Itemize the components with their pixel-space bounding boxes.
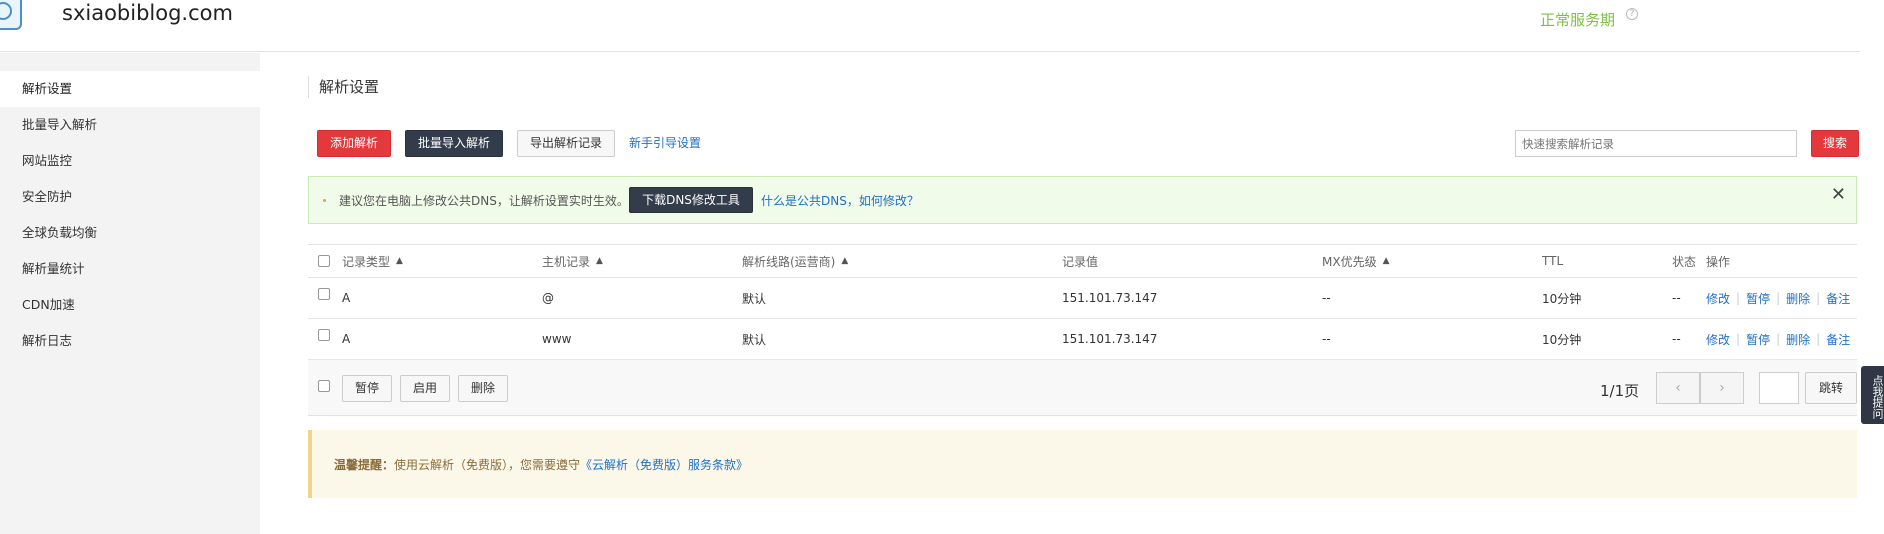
- pause-link[interactable]: 暂停: [1746, 331, 1770, 348]
- cell-host: www: [542, 332, 572, 346]
- page-info: 1/1页: [1600, 382, 1640, 400]
- cell-type: A: [342, 332, 351, 346]
- edit-link[interactable]: 修改: [1706, 290, 1730, 307]
- cell-ops: 修改 | 暂停 | 删除 | 备注: [1706, 290, 1851, 307]
- download-dns-tool-button[interactable]: 下载DNS修改工具: [629, 187, 753, 213]
- cell-type: A: [342, 291, 351, 305]
- cell-ops: 修改 | 暂停 | 删除 | 备注: [1706, 331, 1851, 348]
- edit-link[interactable]: 修改: [1706, 331, 1730, 348]
- top-header: sxiaobiblog.com 正常服务期 ?: [0, 0, 1860, 52]
- header-type[interactable]: 记录类型 ▲: [342, 245, 403, 277]
- notice-text: 建议您在电脑上修改公共DNS，让解析设置实时生效。: [339, 194, 629, 208]
- footer-select-all-checkbox[interactable]: [318, 380, 330, 392]
- cell-mx: --: [1322, 332, 1331, 346]
- cell-line: 默认: [742, 291, 767, 306]
- cell-ttl: 10分钟: [1542, 291, 1582, 306]
- batch-delete-button[interactable]: 删除: [458, 375, 508, 402]
- row-checkbox[interactable]: [318, 288, 330, 300]
- table-row: A @ 默认 151.101.73.147 -- 10分钟 -- 修改 | 暂停 |…: [308, 278, 1857, 319]
- jump-button[interactable]: 跳转: [1805, 372, 1857, 404]
- delete-link[interactable]: 删除: [1786, 290, 1810, 307]
- page-title: 解析设置: [308, 76, 379, 98]
- cell-host: @: [542, 291, 554, 305]
- prev-page-button[interactable]: ‹: [1656, 372, 1700, 404]
- cell-ttl: 10分钟: [1542, 332, 1582, 347]
- sidebar-item-logs[interactable]: 解析日志: [0, 323, 260, 359]
- terms-link[interactable]: 《云解析（免费版）服务条款》: [580, 458, 748, 472]
- sidebar-item-load-balance[interactable]: 全球负载均衡: [0, 215, 260, 251]
- sidebar-item-site-monitor[interactable]: 网站监控: [0, 143, 260, 179]
- logo-icon: [0, 0, 22, 30]
- cell-status: --: [1672, 291, 1681, 305]
- help-icon[interactable]: ?: [1626, 8, 1638, 20]
- sidebar-item-cdn[interactable]: CDN加速: [0, 287, 260, 323]
- ask-question-tab[interactable]: 点我提问: [1861, 366, 1884, 424]
- domain-title: sxiaobiblog.com: [62, 1, 233, 25]
- bullet-icon: [323, 199, 326, 202]
- header-ops: 操作: [1706, 254, 1731, 269]
- service-status: 正常服务期: [1540, 11, 1616, 29]
- table-row: A www 默认 151.101.73.147 -- 10分钟 -- 修改 | 暂…: [308, 319, 1857, 360]
- public-dns-help-link[interactable]: 什么是公共DNS，如何修改？: [761, 192, 919, 209]
- cell-value: 151.101.73.147: [1062, 291, 1158, 305]
- note-link[interactable]: 备注: [1826, 290, 1850, 307]
- sidebar-item-statistics[interactable]: 解析量统计: [0, 251, 260, 287]
- delete-link[interactable]: 删除: [1786, 331, 1810, 348]
- sidebar: 解析设置 批量导入解析 网站监控 安全防护 全球负载均衡 解析量统计 CDN加速…: [0, 53, 260, 534]
- header-mx[interactable]: MX优先级 ▲: [1322, 245, 1390, 277]
- pause-link[interactable]: 暂停: [1746, 290, 1770, 307]
- chevron-left-icon: ‹: [1675, 380, 1681, 396]
- search-button[interactable]: 搜索: [1811, 130, 1859, 157]
- batch-enable-button[interactable]: 启用: [400, 375, 450, 402]
- page-number-input[interactable]: [1759, 372, 1799, 404]
- select-all-checkbox[interactable]: [318, 255, 330, 267]
- header-line[interactable]: 解析线路(运营商) ▲: [742, 245, 848, 277]
- cell-mx: --: [1322, 291, 1331, 305]
- cell-value: 151.101.73.147: [1062, 332, 1158, 346]
- header-status: 状态: [1672, 254, 1697, 269]
- header-ttl: TTL: [1542, 254, 1564, 268]
- sidebar-item-security[interactable]: 安全防护: [0, 179, 260, 215]
- sort-up-icon: ▲: [396, 256, 403, 266]
- search-input[interactable]: [1515, 130, 1797, 157]
- terms-tip: 温馨提醒：使用云解析（免费版），您需要遵守《云解析（免费版）服务条款》: [308, 430, 1857, 498]
- next-page-button[interactable]: ›: [1700, 372, 1744, 404]
- public-dns-notice: 建议您在电脑上修改公共DNS，让解析设置实时生效。 下载DNS修改工具 什么是公…: [308, 176, 1857, 224]
- header-value: 记录值: [1062, 254, 1099, 269]
- sort-up-icon: ▲: [1382, 256, 1390, 266]
- chevron-right-icon: ›: [1719, 380, 1725, 396]
- export-records-button[interactable]: 导出解析记录: [517, 130, 615, 157]
- header-host[interactable]: 主机记录 ▲: [542, 245, 603, 277]
- add-record-button[interactable]: 添加解析: [317, 130, 391, 157]
- guide-settings-link[interactable]: 新手引导设置: [629, 134, 701, 151]
- sort-up-icon: ▲: [596, 256, 603, 266]
- table-header: 记录类型 ▲ 主机记录 ▲ 解析线路(运营商) ▲ 记录值 MX优先级 ▲ TTL 状态…: [308, 244, 1857, 278]
- cell-status: --: [1672, 332, 1681, 346]
- tip-text: 温馨提醒：使用云解析（免费版），您需要遵守《云解析（免费版）服务条款》: [334, 458, 749, 472]
- sidebar-item-batch-import[interactable]: 批量导入解析: [0, 107, 260, 143]
- note-link[interactable]: 备注: [1826, 331, 1850, 348]
- batch-import-button[interactable]: 批量导入解析: [405, 130, 503, 157]
- sidebar-item-dns-settings[interactable]: 解析设置: [0, 71, 260, 107]
- batch-pause-button[interactable]: 暂停: [342, 375, 392, 402]
- cell-line: 默认: [742, 332, 767, 347]
- row-checkbox[interactable]: [318, 329, 330, 341]
- sort-up-icon: ▲: [841, 256, 849, 266]
- close-icon[interactable]: ✕: [1831, 184, 1846, 205]
- table-footer: 暂停 启用 删除 1/1页 ‹ › 跳转: [308, 360, 1857, 416]
